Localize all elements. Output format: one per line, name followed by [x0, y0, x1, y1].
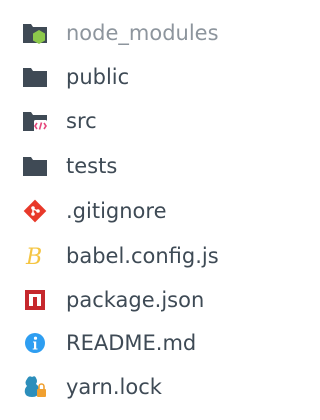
- folder-icon: [22, 64, 48, 90]
- svg-text:B: B: [25, 245, 42, 269]
- file-explorer: node_modules public src tests .gitignore…: [0, 0, 295, 420]
- tree-item-tests[interactable]: tests: [22, 146, 117, 186]
- tree-item-node-modules[interactable]: node_modules: [22, 13, 219, 53]
- tree-item-package-json[interactable]: package.json: [22, 280, 204, 320]
- yarn-lock-icon: [22, 374, 48, 400]
- info-icon: [22, 330, 48, 356]
- tree-item-label: tests: [66, 153, 118, 178]
- tree-item-label: .gitignore: [66, 198, 167, 223]
- tree-item-label: babel.config.js: [66, 243, 219, 268]
- tree-item-public[interactable]: public: [22, 57, 129, 97]
- folder-icon: [22, 153, 48, 179]
- npm-icon: [22, 287, 48, 313]
- tree-item-gitignore[interactable]: .gitignore: [22, 191, 167, 231]
- tree-item-label: src: [66, 108, 97, 133]
- tree-item-label: public: [66, 64, 130, 89]
- tree-item-readme[interactable]: README.md: [22, 323, 196, 363]
- folder-src-icon: [22, 108, 48, 134]
- folder-node-icon: [22, 20, 48, 46]
- tree-item-src[interactable]: src: [22, 101, 97, 141]
- tree-item-label: node_modules: [66, 20, 219, 45]
- tree-item-label: package.json: [66, 287, 205, 312]
- tree-item-yarn-lock[interactable]: yarn.lock: [22, 367, 162, 407]
- tree-item-label: yarn.lock: [66, 374, 162, 399]
- tree-item-label: README.md: [66, 330, 197, 355]
- tree-item-babel-config[interactable]: B babel.config.js: [22, 236, 219, 276]
- babel-icon: B: [22, 243, 48, 269]
- git-icon: [22, 198, 48, 224]
